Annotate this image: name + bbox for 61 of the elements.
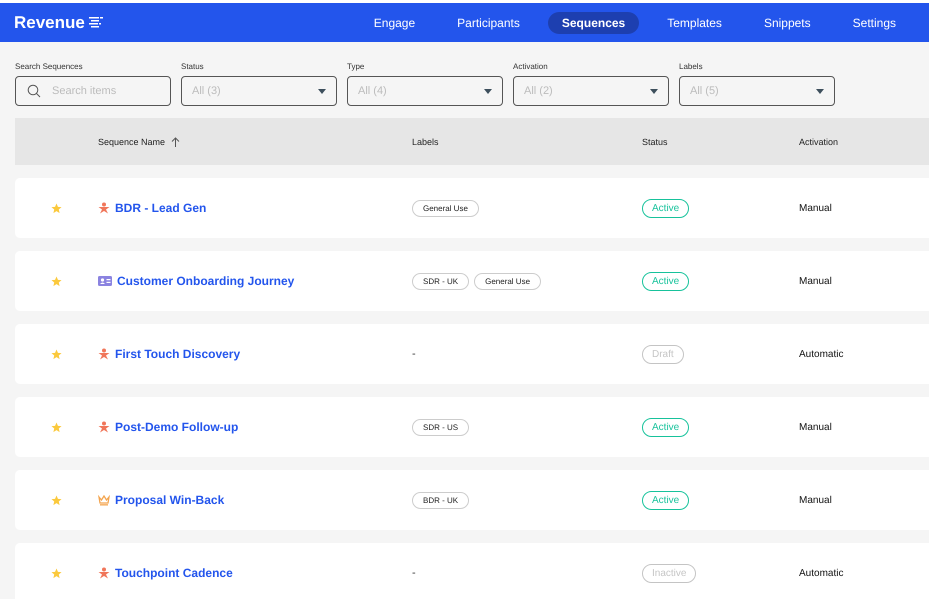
nav-tab[interactable]: Snippets xyxy=(750,12,825,34)
caret-icon xyxy=(650,88,658,94)
status-badge: Active xyxy=(642,490,690,510)
logo-lines-icon xyxy=(88,17,103,28)
status-badge: Draft xyxy=(642,344,684,364)
table-cell: Manual xyxy=(799,494,832,506)
star-icon[interactable] xyxy=(51,422,62,432)
table-cell: Automatic xyxy=(799,348,844,360)
label-tag: SDR - UK xyxy=(412,272,470,290)
field-label: Status xyxy=(181,62,205,71)
table-cell: Manual xyxy=(799,202,832,214)
field-label: Labels xyxy=(679,62,704,71)
sequence-name-link[interactable]: Touchpoint Cadence xyxy=(115,566,233,580)
caret-icon xyxy=(484,88,492,94)
column-header[interactable]: Activation xyxy=(799,136,838,146)
star-icon[interactable] xyxy=(51,348,62,360)
nav-tab[interactable]: Templates xyxy=(653,12,736,34)
label-tag: General Use xyxy=(474,272,542,290)
column-header[interactable]: Sequence Name xyxy=(98,136,166,146)
table-cell: - xyxy=(412,567,416,579)
table-cell: Automatic xyxy=(799,568,844,578)
app-logo: Revenue xyxy=(14,12,85,32)
caret-icon xyxy=(816,88,824,94)
table-row[interactable]: Proposal Win-Back BDR - UK Active Manual xyxy=(15,470,929,530)
field-label: Search Sequences xyxy=(15,62,84,71)
table-cell: Manual xyxy=(799,422,832,432)
sequence-name-link[interactable]: BDR - Lead Gen xyxy=(115,201,206,215)
search-icon xyxy=(27,84,41,98)
star-icon[interactable] xyxy=(51,494,62,506)
column-header[interactable]: Status xyxy=(642,136,668,146)
nav-tab[interactable]: Sequences xyxy=(548,12,640,34)
star-icon[interactable] xyxy=(51,568,62,578)
nav-tab[interactable]: Participants xyxy=(443,12,534,34)
column-header[interactable]: Labels xyxy=(412,136,439,146)
field-label: Activation xyxy=(513,62,549,71)
sequence-name-link[interactable]: Proposal Win-Back xyxy=(115,493,224,507)
label-tag: SDR - US xyxy=(412,418,470,436)
status-badge: Inactive xyxy=(642,564,696,582)
table-cell: - xyxy=(412,348,416,360)
field-label: Type xyxy=(347,62,366,71)
sequence-name-link[interactable]: Post-Demo Follow-up xyxy=(115,420,238,434)
sequence-name-link[interactable]: First Touch Discovery xyxy=(115,347,240,361)
table-row[interactable]: Touchpoint Cadence - Inactive Automatic xyxy=(15,543,929,599)
table-cell: Manual xyxy=(799,276,832,286)
table-row[interactable]: First Touch Discovery - Draft Automatic xyxy=(15,324,929,384)
search-field[interactable]: Search items xyxy=(15,76,171,106)
sequence-name-link[interactable]: Customer Onboarding Journey xyxy=(117,274,294,288)
label-tag: BDR - UK xyxy=(412,492,470,508)
nav-tab[interactable]: Settings xyxy=(838,12,910,34)
table-row[interactable]: BDR - Lead Gen General Use Active Manual xyxy=(15,178,929,238)
table-row[interactable]: Customer Onboarding Journey SDR - UK General Use Active Manual xyxy=(15,251,929,311)
status-badge: Active xyxy=(642,272,690,290)
status-badge: Active xyxy=(642,418,690,436)
label-tag: General Use xyxy=(412,200,479,216)
star-icon[interactable] xyxy=(51,202,62,214)
status-badge: Active xyxy=(642,198,690,218)
nav-tab[interactable]: Engage xyxy=(360,12,430,34)
star-icon[interactable] xyxy=(51,276,62,286)
table-row[interactable]: Post-Demo Follow-up SDR - US Active Manual xyxy=(15,397,929,457)
caret-icon xyxy=(318,88,326,94)
sort-up-icon[interactable] xyxy=(171,136,180,146)
